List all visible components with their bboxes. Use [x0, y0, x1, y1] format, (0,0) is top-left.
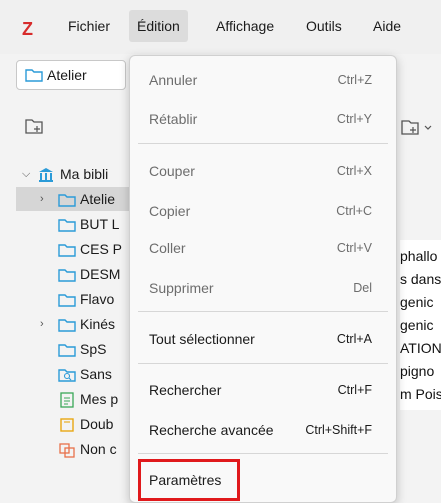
edit-menu-dropdown: Annuler Ctrl+Z Rétablir Ctrl+Y Couper Ct…	[129, 55, 397, 503]
tree-item[interactable]: BUT L	[58, 212, 130, 236]
unfiled-icon	[58, 441, 76, 465]
tree-item-label: CES P	[80, 241, 123, 257]
chevron-down-icon[interactable]: ⌵	[22, 162, 30, 186]
tab-label: Atelier	[47, 67, 87, 83]
menu-item-retablir[interactable]: Rétablir Ctrl+Y	[130, 103, 396, 135]
tree-item-label: BUT L	[80, 216, 120, 232]
item-row[interactable]: genic	[400, 294, 433, 310]
menu-item-shortcut: Ctrl+V	[336, 241, 372, 255]
tree-item[interactable]: Sans	[58, 362, 130, 386]
menu-item-shortcut: Ctrl+X	[336, 164, 372, 178]
item-row[interactable]: pigno	[400, 363, 434, 379]
tree-item-label: Non c	[80, 441, 117, 457]
menu-item-shortcut: Ctrl+C	[336, 204, 372, 218]
tree-item[interactable]: DESM	[58, 262, 130, 286]
zotero-logo-icon[interactable]: Z	[22, 19, 33, 40]
menu-item-couper[interactable]: Couper Ctrl+X	[130, 155, 396, 187]
menu-item-rechercher[interactable]: Rechercher Ctrl+F	[130, 374, 396, 406]
tree-library-row[interactable]: ⌵ Ma bibli	[22, 162, 132, 186]
menu-separator	[138, 143, 388, 144]
chevron-right-icon[interactable]: ›	[40, 312, 44, 336]
menu-item-shortcut: Ctrl+Shift+F	[305, 423, 372, 437]
menu-fichier[interactable]: Fichier	[60, 10, 118, 42]
menu-item-annuler[interactable]: Annuler Ctrl+Z	[130, 64, 396, 96]
menu-item-label: Rechercher	[149, 382, 222, 398]
menu-item-coller[interactable]: Coller Ctrl+V	[130, 232, 396, 264]
menu-item-label: Recherche avancée	[149, 422, 274, 438]
highlight-annotation-box	[138, 459, 240, 501]
tree-item-label: Sans	[80, 366, 112, 382]
new-item-icon[interactable]	[400, 118, 436, 139]
tree-item-label: Doub	[80, 416, 114, 432]
menu-aide[interactable]: Aide	[365, 10, 409, 42]
item-row[interactable]: genic	[400, 317, 433, 333]
menu-item-label: Couper	[149, 163, 195, 179]
menu-item-label: Tout sélectionner	[149, 331, 255, 347]
menu-edition[interactable]: Édition	[129, 10, 188, 42]
new-collection-icon[interactable]	[25, 117, 45, 138]
item-row[interactable]: ATION	[400, 340, 441, 356]
chevron-right-icon[interactable]: ›	[40, 187, 44, 211]
menu-separator	[138, 311, 388, 312]
folder-icon	[25, 67, 43, 86]
menu-item-label: Coller	[149, 240, 186, 256]
tree-item[interactable]: CES P	[58, 237, 130, 261]
item-row[interactable]: phallo	[400, 248, 437, 264]
tree-item[interactable]: Mes p	[58, 387, 130, 411]
tab-atelier[interactable]: Atelier	[16, 60, 126, 90]
menu-item-shortcut: Del	[353, 281, 372, 295]
tree-item[interactable]: SpS	[58, 337, 130, 361]
menu-item-shortcut: Ctrl+Z	[337, 73, 372, 87]
menu-outils[interactable]: Outils	[298, 10, 350, 42]
tree-item[interactable]: › Kinés	[40, 312, 130, 336]
tree-item[interactable]: Flavo	[58, 287, 130, 311]
menu-affichage[interactable]: Affichage	[208, 10, 282, 42]
tree-item-label: Kinés	[80, 316, 116, 332]
menu-item-shortcut: Ctrl+A	[336, 332, 372, 346]
tree-item-label: Mes p	[80, 391, 119, 407]
menu-item-recherche-avancee[interactable]: Recherche avancée Ctrl+Shift+F	[130, 414, 396, 446]
menu-item-supprimer[interactable]: Supprimer Del	[130, 272, 396, 304]
menu-item-label: Rétablir	[149, 111, 198, 127]
item-row[interactable]: s dans	[400, 271, 441, 287]
menu-separator	[138, 363, 388, 364]
tree-item-atelier[interactable]: › Atelie	[16, 187, 130, 211]
tree-item-label: DESM	[80, 266, 121, 282]
tree-item[interactable]: Doub	[58, 412, 130, 436]
tree-item-label: SpS	[80, 341, 107, 357]
menu-item-shortcut: Ctrl+Y	[336, 112, 372, 126]
menu-item-label: Annuler	[149, 72, 198, 88]
menu-item-tout-selectionner[interactable]: Tout sélectionner Ctrl+A	[130, 323, 396, 355]
tree-item[interactable]: Non c	[58, 437, 130, 461]
menu-item-copier[interactable]: Copier Ctrl+C	[130, 195, 396, 227]
tree-item-label: Flavo	[80, 291, 115, 307]
tree-item-label: Atelie	[80, 191, 116, 207]
item-row[interactable]: m Pois	[400, 386, 441, 402]
menu-item-shortcut: Ctrl+F	[337, 383, 372, 397]
menu-item-label: Supprimer	[149, 280, 214, 296]
items-pane: phallo s dans genic genic ATION pigno m …	[400, 240, 441, 410]
menu-separator	[138, 453, 388, 454]
library-label: Ma bibli	[60, 166, 109, 182]
menu-item-label: Copier	[149, 203, 191, 219]
menu-bar: Z Fichier Édition Affichage Outils Aide	[0, 0, 441, 54]
